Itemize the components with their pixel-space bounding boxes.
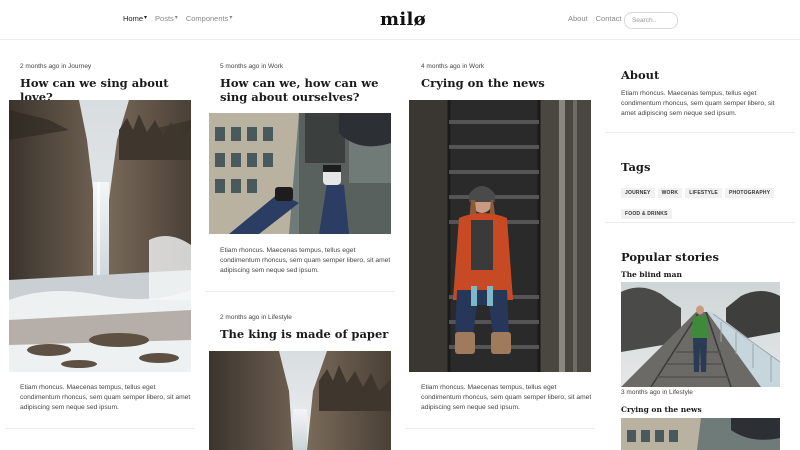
nav-left-menu: Home ▾ Posts ▾ Components ▾ xyxy=(123,14,232,23)
story-title[interactable]: The blind man xyxy=(621,270,786,279)
brand-logo[interactable]: milø xyxy=(380,9,426,30)
railway-man-image[interactable] xyxy=(621,282,780,387)
rooftop-legs-image[interactable] xyxy=(621,418,780,450)
post-card: 4 months ago in Work Crying on the news xyxy=(421,63,601,90)
search-input[interactable] xyxy=(624,12,678,29)
rooftop-legs-image[interactable] xyxy=(209,113,391,234)
top-navbar: Home ▾ Posts ▾ Components ▾ milø About Cont… xyxy=(0,0,800,40)
story-meta[interactable]: 3 months ago in Lifestyle xyxy=(621,389,786,396)
nav-components[interactable]: Components ▾ xyxy=(186,14,233,23)
about-text: Etiam rhoncus. Maecenas tempus, tellus e… xyxy=(621,90,775,117)
sidebar-tags: Tags JOURNEY WORK LIFESTYLE PHOTOGRAPHY FOO… xyxy=(621,160,791,223)
post-excerpt: Etiam rhoncus. Maecenas tempus, tellus e… xyxy=(421,384,592,411)
post-excerpt: Etiam rhoncus. Maecenas tempus, tellus e… xyxy=(20,384,191,411)
girl-on-stairs-image[interactable] xyxy=(409,100,591,372)
nav-posts-label: Posts xyxy=(155,14,174,23)
post-card: 2 months ago in Journey How can we sing … xyxy=(20,63,200,104)
divider xyxy=(405,428,595,429)
divider xyxy=(5,428,195,429)
waterfall-image[interactable] xyxy=(9,100,191,372)
sidebar-popular: Popular stories The blind man xyxy=(621,250,786,279)
nav-home-label: Home xyxy=(123,14,144,23)
tag-journey[interactable]: JOURNEY xyxy=(621,188,655,198)
story-title[interactable]: Crying on the news xyxy=(621,405,786,414)
post-card: 5 months ago in Work How can we, how can… xyxy=(220,63,400,104)
tags-heading: Tags xyxy=(621,160,651,174)
popular-heading: Popular stories xyxy=(621,250,719,264)
chevron-down-icon: ▾ xyxy=(144,15,148,21)
nav-about[interactable]: About xyxy=(568,14,588,23)
nav-home[interactable]: Home ▾ xyxy=(123,14,147,23)
tag-list: JOURNEY WORK LIFESTYLE PHOTOGRAPHY FOOD & D… xyxy=(621,181,791,223)
sidebar-about: About Etiam rhoncus. Maecenas tempus, te… xyxy=(621,68,786,119)
tag-photography[interactable]: PHOTOGRAPHY xyxy=(724,188,775,198)
post-meta[interactable]: 2 months ago in Lifestyle xyxy=(220,314,400,321)
post-title[interactable]: How can we, how can we sing about oursel… xyxy=(220,76,400,104)
nav-components-label: Components xyxy=(185,14,229,23)
waterfall-image[interactable] xyxy=(209,351,391,450)
tag-work[interactable]: WORK xyxy=(657,188,683,198)
post-meta[interactable]: 2 months ago in Journey xyxy=(20,63,200,70)
tag-food-drinks[interactable]: FOOD & DRINKS xyxy=(621,209,672,219)
divider xyxy=(605,222,795,223)
post-excerpt: Etiam rhoncus. Maecenas tempus, tellus e… xyxy=(220,247,391,274)
about-heading: About xyxy=(621,68,660,82)
chevron-down-icon: ▾ xyxy=(229,15,233,21)
nav-right-menu: About Contact xyxy=(568,14,621,23)
divider xyxy=(205,291,395,292)
post-meta[interactable]: 5 months ago in Work xyxy=(220,63,400,70)
chevron-down-icon: ▾ xyxy=(174,15,178,21)
post-meta[interactable]: 4 months ago in Work xyxy=(421,63,601,70)
post-title[interactable]: Crying on the news xyxy=(421,76,601,90)
post-card: 2 months ago in Lifestyle The king is ma… xyxy=(220,314,400,341)
nav-contact[interactable]: Contact xyxy=(596,14,622,23)
post-title[interactable]: The king is made of paper xyxy=(220,327,400,341)
divider xyxy=(605,132,795,133)
tag-lifestyle[interactable]: LIFESTYLE xyxy=(685,188,722,198)
nav-posts[interactable]: Posts ▾ xyxy=(155,14,178,23)
